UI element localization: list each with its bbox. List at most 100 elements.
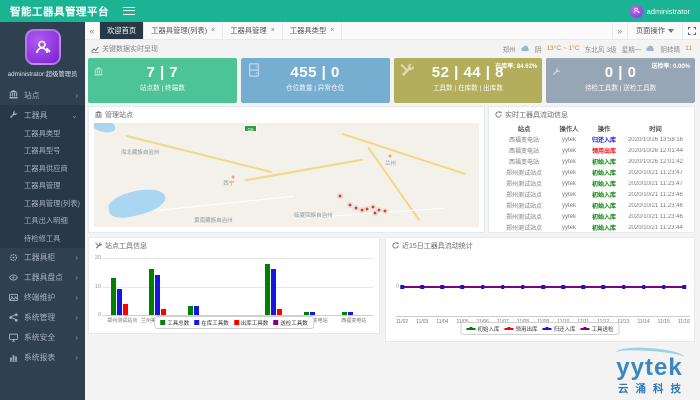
tab-label: 工器具类型	[290, 26, 326, 36]
legend-swatch	[160, 320, 165, 325]
y-axis-tick: 0	[98, 312, 101, 318]
close-icon[interactable]: ×	[271, 27, 275, 34]
line-marker	[420, 285, 424, 289]
line-marker	[622, 285, 626, 289]
sidebar-subitem-待检修工具[interactable]: 待检修工具	[0, 230, 85, 248]
station-marker[interactable]	[353, 206, 358, 211]
cell-operation: 初始入库	[585, 223, 623, 232]
sidebar-group-0: 站点›	[0, 85, 85, 105]
profile-avatar[interactable]	[25, 29, 61, 65]
key-data-label: 关键数据实时呈现	[85, 44, 158, 54]
map-panel-title: 管理站点	[105, 110, 133, 120]
sidebar-item-工器具柜[interactable]: 工器具柜›	[0, 248, 85, 268]
username: administrator	[647, 7, 690, 16]
line-marker	[561, 285, 565, 289]
line-marker	[642, 285, 646, 289]
chevron-icon: ›	[75, 333, 78, 342]
line-chart-y-tick: 0	[396, 284, 399, 290]
hamburger-menu-icon[interactable]	[123, 7, 135, 15]
tab-bar: « 欢迎首页工器具管理(列表)×工器具管理× 工器具类型 × » 页面操作	[85, 22, 700, 40]
card-wrench-icon	[552, 63, 561, 81]
sidebar-subitem-工器具类型[interactable]: 工器具类型	[0, 125, 85, 143]
sidebar-item-系统报表[interactable]: 系统报表›	[0, 348, 85, 368]
tab-工器具类型[interactable]: 工器具类型 ×	[283, 22, 343, 39]
legend-item-工具总数[interactable]: 工具总数	[160, 319, 189, 327]
legend-label: 工具总数	[167, 319, 189, 327]
page-actions-dropdown[interactable]: 页面操作	[627, 22, 682, 39]
bar-出库工具数	[161, 309, 166, 315]
bar-在库工具数	[194, 306, 199, 315]
station-marker[interactable]	[348, 203, 353, 208]
topbar-user[interactable]: administrator	[630, 5, 700, 18]
map-label-海北藏族自治州: 海北藏族自治州	[121, 148, 160, 156]
sidebar-subitem-工器具管理[interactable]: 工器具管理	[0, 178, 85, 196]
x-axis-tick: 11/04	[436, 319, 448, 325]
top-header-bar: 智能工器具管理平台 administrator	[0, 0, 700, 22]
sidebar-group-4: 终端维护›	[0, 288, 85, 308]
card-value: 455 | 0	[241, 58, 390, 81]
fullscreen-icon[interactable]	[682, 22, 700, 39]
sidebar-item-终端维护[interactable]: 终端维护›	[0, 288, 85, 308]
tabs-scroll-left-button[interactable]: «	[85, 22, 100, 39]
line-marker	[521, 285, 525, 289]
cell-operator: yytek	[553, 159, 585, 165]
sidebar-item-系统管理[interactable]: 系统管理›	[0, 308, 85, 328]
map[interactable]: G6 海北藏族自治州西宁兰州临夏回族自治州黄南藏族自治州	[94, 123, 479, 227]
tabs-scroll-right-button[interactable]: »	[612, 22, 627, 39]
map-label-临夏回族自治州: 临夏回族自治州	[294, 211, 333, 219]
cell-operator: yytek	[553, 181, 585, 187]
sidebar-item-工器具[interactable]: 工器具⌄	[0, 105, 85, 125]
legend-item-初始入库[interactable]: 初始入库	[466, 325, 499, 333]
cell-operation: 初始入库	[585, 157, 623, 166]
station-tools-chart-panel: 站点工具信息 01020 郑州测试站点兰州美威源变电站海石湾变电站和平变电站高速…	[88, 237, 380, 334]
tab-欢迎首页[interactable]: 欢迎首页	[100, 22, 144, 39]
stat-card-0[interactable]: 7 | 7站点数 | 终端数	[88, 58, 237, 103]
bar-chart-groups: 郑州测试站点兰州美威源变电站海石湾变电站和平变电站高速变电站广设变电站西福变电站	[103, 258, 373, 315]
chevron-icon: ›	[75, 273, 78, 282]
station-marker[interactable]	[382, 209, 387, 214]
line-marker	[400, 285, 404, 289]
sidebar-subitem-工器具供应商[interactable]: 工器具供应商	[0, 160, 85, 178]
sidebar-item-系统安全[interactable]: 系统安全›	[0, 328, 85, 348]
sidebar-item-工器具盘点[interactable]: 工器具盘点›	[0, 268, 85, 288]
sidebar-group-6: 系统安全›	[0, 328, 85, 348]
legend-item-归还入库[interactable]: 归还入库	[543, 325, 576, 333]
cell-operation: 初始入库	[585, 190, 623, 199]
x-axis-tick: 11/02	[396, 319, 408, 325]
stat-card-1[interactable]: 455 | 0仓位数量 | 异常仓位	[241, 58, 390, 103]
station-marker[interactable]	[373, 211, 378, 216]
bar-group-bars	[304, 258, 327, 315]
tools-icon	[95, 242, 102, 249]
legend-marker	[543, 326, 552, 331]
tab-工器具管理[interactable]: 工器具管理×	[223, 22, 283, 39]
close-icon[interactable]: ×	[330, 27, 334, 34]
legend-item-工具送检[interactable]: 工具送检	[581, 325, 614, 333]
cell-operation: 初始入库	[585, 212, 623, 221]
cell-operator: yytek	[553, 203, 585, 209]
legend-item-送检工具数[interactable]: 送检工具数	[273, 319, 308, 327]
station-marker[interactable]	[338, 193, 343, 198]
legend-item-领用出库[interactable]: 领用出库	[504, 325, 537, 333]
sidebar-subitem-工具出入明细[interactable]: 工具出入明细	[0, 213, 85, 231]
tab-工器具管理(列表)[interactable]: 工器具管理(列表)×	[144, 22, 223, 39]
sidebar-subitem-工器具型号[interactable]: 工器具型号	[0, 143, 85, 161]
station-marker[interactable]	[365, 207, 370, 212]
sidebar-item-站点[interactable]: 站点›	[0, 85, 85, 105]
sidebar-subitem-工器具管理(列表)[interactable]: 工器具管理(列表)	[0, 195, 85, 213]
legend-marker	[466, 326, 475, 331]
stat-card-3[interactable]: 送检率: 0.00%0 | 0待检工具数 | 送检工具数	[546, 58, 695, 103]
bar-出库工具数	[123, 304, 128, 315]
close-icon[interactable]: ×	[211, 27, 215, 34]
cell-time: 2020/10/21 11:23:44	[623, 225, 688, 231]
legend-item-出库工具数[interactable]: 出库工具数	[234, 319, 269, 327]
info-bar: 关键数据实时呈现 郑州 阴 13°C ~ 1°C 东北风 3级 星期一 阴转晴 …	[85, 40, 700, 57]
station-marker[interactable]	[359, 208, 364, 213]
stat-card-2[interactable]: 在库率: 84.62%52 | 44 | 8工具数 | 在库数 | 出库数	[394, 58, 543, 103]
legend-label: 工具送检	[592, 325, 614, 333]
legend-item-在库工具数[interactable]: 在库工具数	[194, 319, 229, 327]
chevron-icon: ›	[75, 253, 78, 262]
station-marker[interactable]	[371, 205, 376, 210]
bar-group-bars	[149, 258, 172, 315]
wrench-icon	[9, 106, 20, 124]
weather-forecast-temp: 11	[685, 45, 692, 52]
